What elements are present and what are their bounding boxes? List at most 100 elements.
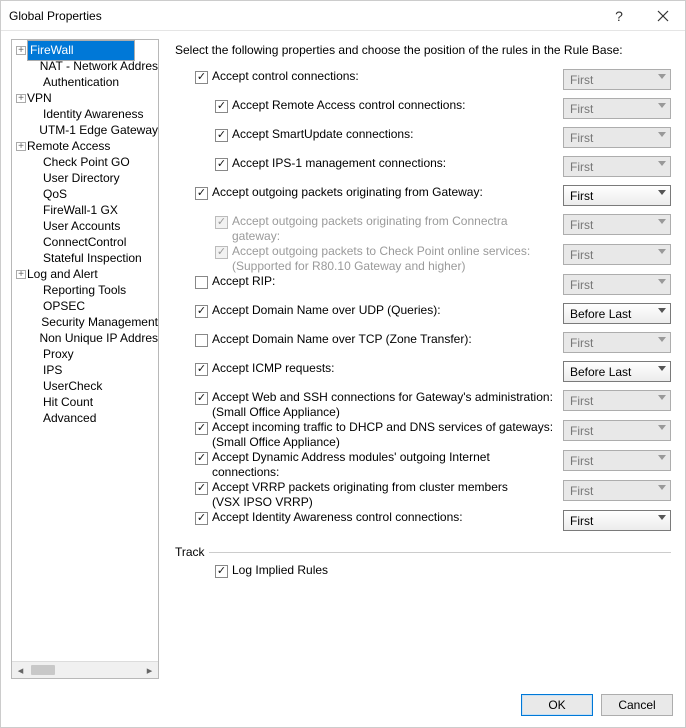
tree-item-label: ConnectControl [43,234,126,250]
option-label-dhcpdns: Accept incoming traffic to DHCP and DNS … [212,420,563,450]
tree-item-label: Authentication [43,74,119,90]
option-checkbox-outcon [215,216,228,229]
tree-item-reporting-tools[interactable]: Reporting Tools [12,282,158,298]
option-checkbox-su[interactable] [215,129,228,142]
global-properties-dialog: Global Properties ? +FireWallNAT - Netwo… [0,0,686,728]
option-select-outcp: First [563,244,671,265]
option-select-value: First [570,336,593,350]
option-select-dhcpdns: First [563,420,671,441]
chevron-down-icon [658,395,666,400]
chevron-down-icon [658,190,666,195]
tree-item-label: FireWall [27,40,135,61]
chevron-down-icon [658,515,666,520]
tree-item-firewall-1-gx[interactable]: FireWall-1 GX [12,202,158,218]
scroll-thumb[interactable] [31,665,55,675]
tree-item-label: VPN [27,90,52,106]
option-checkbox-icmp[interactable] [195,363,208,376]
tree-expand-icon[interactable]: + [16,270,26,279]
tree-item-label: Non Unique IP Addres [39,330,158,346]
tree-item-label: Stateful Inspection [43,250,142,266]
option-select-dnsudp[interactable]: Before Last [563,303,671,324]
chevron-down-icon [658,337,666,342]
option-select-value: First [570,189,593,203]
track-legend: Track [175,545,209,559]
option-select-outcon: First [563,214,671,235]
option-checkbox-ips1[interactable] [215,158,228,171]
ok-button[interactable]: OK [521,694,593,716]
tree-item-remote-access[interactable]: +Remote Access [12,138,158,154]
option-select-value: First [570,248,593,262]
option-checkbox-vrrp[interactable] [195,482,208,495]
tree-item-identity-awareness[interactable]: Identity Awareness [12,106,158,122]
tree-item-utm-1-edge-gateway[interactable]: UTM-1 Edge Gateway [12,122,158,138]
intro-text: Select the following properties and choo… [175,43,671,57]
tree-item-user-directory[interactable]: User Directory [12,170,158,186]
tree-item-firewall[interactable]: +FireWall [12,42,158,58]
option-row-outgw: Accept outgoing packets originating from… [175,185,671,214]
tree-item-opsec[interactable]: OPSEC [12,298,158,314]
help-button[interactable]: ? [597,1,641,31]
tree-item-stateful-inspection[interactable]: Stateful Inspection [12,250,158,266]
tree-expand-icon[interactable]: + [16,142,26,151]
option-select-ida[interactable]: First [563,510,671,531]
option-checkbox-dnstcp[interactable] [195,334,208,347]
option-label-outgw: Accept outgoing packets originating from… [212,185,563,200]
tree-item-hit-count[interactable]: Hit Count [12,394,158,410]
option-select-dyn: First [563,450,671,471]
option-checkbox-webssh[interactable] [195,392,208,405]
option-select-ctrl: First [563,69,671,90]
tree-item-proxy[interactable]: Proxy [12,346,158,362]
tree-item-log-and-alert[interactable]: +Log and Alert [12,266,158,282]
option-select-ra: First [563,98,671,119]
option-checkbox-dnsudp[interactable] [195,305,208,318]
option-row-ctrl: Accept control connections:First [175,69,671,98]
option-select-outgw[interactable]: First [563,185,671,206]
option-row-ra: Accept Remote Access control connections… [175,98,671,127]
tree-item-label: Hit Count [43,394,93,410]
scroll-right-icon[interactable]: ▸ [141,662,158,679]
option-checkbox-ra[interactable] [215,100,228,113]
tree-item-advanced[interactable]: Advanced [12,410,158,426]
tree-item-qos[interactable]: QoS [12,186,158,202]
tree-item-authentication[interactable]: Authentication [12,74,158,90]
chevron-down-icon [658,485,666,490]
tree-item-security-management-[interactable]: Security Management [12,314,158,330]
option-checkbox-ida[interactable] [195,512,208,525]
close-button[interactable] [641,1,685,31]
option-select-value: First [570,278,593,292]
chevron-down-icon [658,279,666,284]
log-implied-rules-checkbox[interactable] [215,565,228,578]
option-row-outcp: Accept outgoing packets to Check Point o… [175,244,671,274]
tree-item-user-accounts[interactable]: User Accounts [12,218,158,234]
option-row-vrrp: Accept VRRP packets originating from clu… [175,480,671,510]
option-row-dnstcp: Accept Domain Name over TCP (Zone Transf… [175,332,671,361]
tree-item-vpn[interactable]: +VPN [12,90,158,106]
cancel-button[interactable]: Cancel [601,694,673,716]
option-select-su: First [563,127,671,148]
tree-item-usercheck[interactable]: UserCheck [12,378,158,394]
tree-expand-icon[interactable]: + [16,94,26,103]
scroll-left-icon[interactable]: ◂ [12,662,29,679]
tree-expand-icon[interactable]: + [16,46,26,55]
main-panel: Select the following properties and choo… [159,39,675,679]
tree-horizontal-scrollbar[interactable]: ◂ ▸ [12,661,158,678]
tree-item-connectcontrol[interactable]: ConnectControl [12,234,158,250]
option-sublabel-dhcpdns: (Small Office Appliance) [212,435,340,449]
option-select-value: Before Last [570,307,631,321]
option-select-value: First [570,73,593,87]
tree-item-non-unique-ip-addres[interactable]: Non Unique IP Addres [12,330,158,346]
option-row-ips1: Accept IPS-1 management connections:Firs… [175,156,671,185]
option-checkbox-outcp [215,246,228,259]
tree-item-label: QoS [43,186,67,202]
option-checkbox-ctrl[interactable] [195,71,208,84]
option-checkbox-rip[interactable] [195,276,208,289]
tree-item-check-point-go[interactable]: Check Point GO [12,154,158,170]
option-checkbox-dyn[interactable] [195,452,208,465]
option-select-icmp[interactable]: Before Last [563,361,671,382]
option-checkbox-dhcpdns[interactable] [195,422,208,435]
option-label-icmp: Accept ICMP requests: [212,361,563,376]
option-checkbox-outgw[interactable] [195,187,208,200]
option-label-webssh: Accept Web and SSH connections for Gatew… [212,390,563,420]
nav-tree-viewport[interactable]: +FireWallNAT - Network AddresAuthenticat… [12,40,158,661]
tree-item-ips[interactable]: IPS [12,362,158,378]
